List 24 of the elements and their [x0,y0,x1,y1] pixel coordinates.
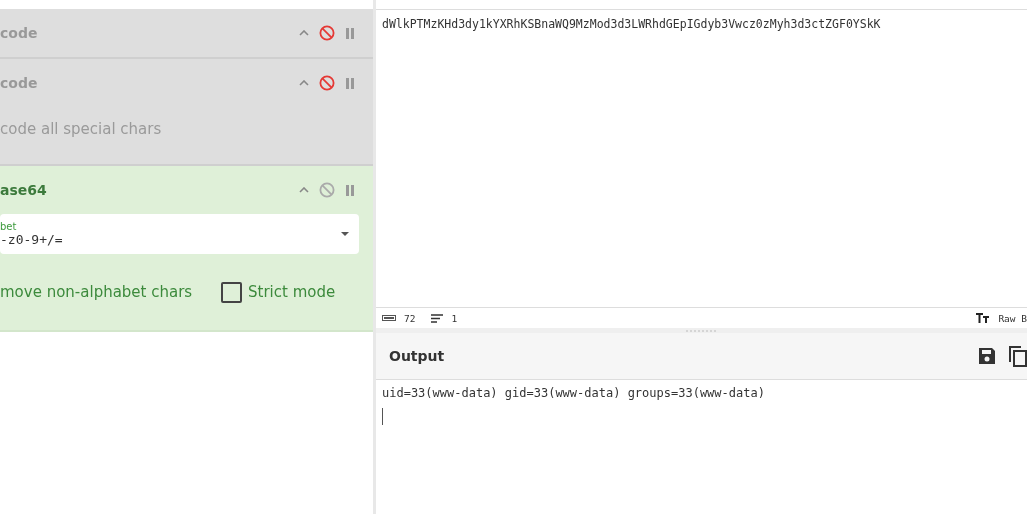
disable-icon[interactable] [319,182,335,198]
option-label: code all special chars [0,119,163,140]
length-icon [382,315,396,321]
length-count: 72 [404,312,416,324]
drag-handle-icon[interactable] [685,329,718,332]
option-label: move non-alphabet chars [0,283,194,301]
dropdown-caret-icon [341,232,349,236]
output-title: Output [389,348,445,364]
save-icon[interactable] [977,346,997,366]
lines-icon [431,313,444,323]
operation-title: code [0,75,38,91]
line-count: 1 [451,312,458,324]
operation-title: ase64 [0,182,47,198]
operation-title: code [0,25,38,41]
font-size-icon[interactable] [976,313,991,323]
checkbox-label[interactable]: Strict mode [248,283,336,301]
alphabet-select[interactable]: bet -z0-9+/= [0,214,359,254]
copy-icon[interactable] [1007,345,1027,367]
format-label[interactable]: Raw B [998,312,1027,324]
chevron-up-icon[interactable] [299,187,309,193]
output-text: uid=33(www-data) gid=33(www-data) groups=33(www-data) [381,385,766,402]
pause-icon[interactable] [345,184,355,196]
input-field[interactable]: dWlkPTMzKHd3dy1kYXRhKSBnaWQ9MzMod3d3LWRhdGEpIGdyb3Vwcz0zMyh3d3ctZGF0YSkK [376,9,1027,307]
checkbox[interactable] [221,281,242,303]
